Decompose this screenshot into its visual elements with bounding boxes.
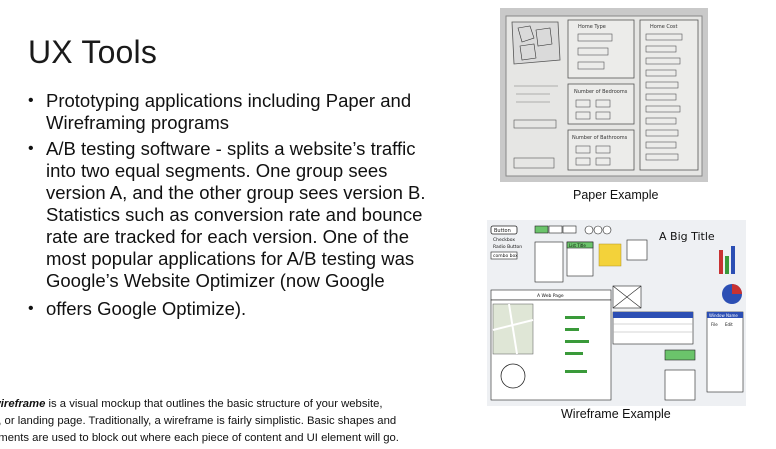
footnote-line: p, or landing page. Traditionally, a wir… [0,415,397,427]
wire-button-label: Button [494,228,511,234]
wire-combo-label: combo box [493,253,518,259]
wire-window-name: Window Name [709,313,738,318]
wire-web-page-label: A Web Page [537,293,564,299]
wireframe-example-image: Button Checkbox Radio Button combo box L… [487,220,746,406]
paper-label-home-cost: Home Cost [650,24,678,30]
bullet-list: • Prototyping applications including Pap… [28,90,448,324]
bullet-dot-icon: • [28,92,34,109]
footnote-line: wireframe is a visual mockup that outlin… [0,396,462,413]
bullet-item: • offers Google Optimize). [28,298,448,320]
bullet-text: A/B testing software - splits a website’… [46,138,426,291]
paper-example-image: Home Type Home Cost Number of Bedrooms N… [500,8,708,182]
paper-label-bathrooms: Number of Bathrooms [572,135,628,141]
paper-label-home-type: Home Type [578,24,606,30]
footnote-term: wireframe [0,398,46,410]
wire-radio-label: Radio Button [493,244,522,250]
bullet-dot-icon: • [28,300,34,317]
wire-edit-menu: Edit [725,322,733,327]
footnote-text: is a visual mockup that outlines the bas… [45,398,383,410]
wireframe-example-caption: Wireframe Example [561,407,671,421]
footnote-line: ements are used to block out where each … [0,432,399,444]
bullet-item: • A/B testing software - splits a websit… [28,138,448,292]
wire-big-title: A Big Title [659,230,715,243]
bullet-text: offers Google Optimize). [46,298,247,319]
slide: UX Tools • Prototyping applications incl… [0,0,776,449]
footnote: wireframe is a visual mockup that outlin… [0,396,462,447]
paper-label-bedrooms: Number of Bedrooms [574,89,628,95]
paper-sketch-graphic: Home Type Home Cost Number of Bedrooms N… [500,8,708,182]
wire-checkbox-label: Checkbox [493,237,515,243]
wire-list-title: List Title [569,243,586,248]
paper-example-caption: Paper Example [573,188,659,202]
bullet-text: Prototyping applications including Paper… [46,90,412,133]
bullet-dot-icon: • [28,140,34,157]
bullet-item: • Prototyping applications including Pap… [28,90,448,134]
wireframe-graphic: Button Checkbox Radio Button combo box L… [487,220,746,406]
slide-title: UX Tools [28,34,158,70]
wire-file-menu: File [711,322,718,327]
